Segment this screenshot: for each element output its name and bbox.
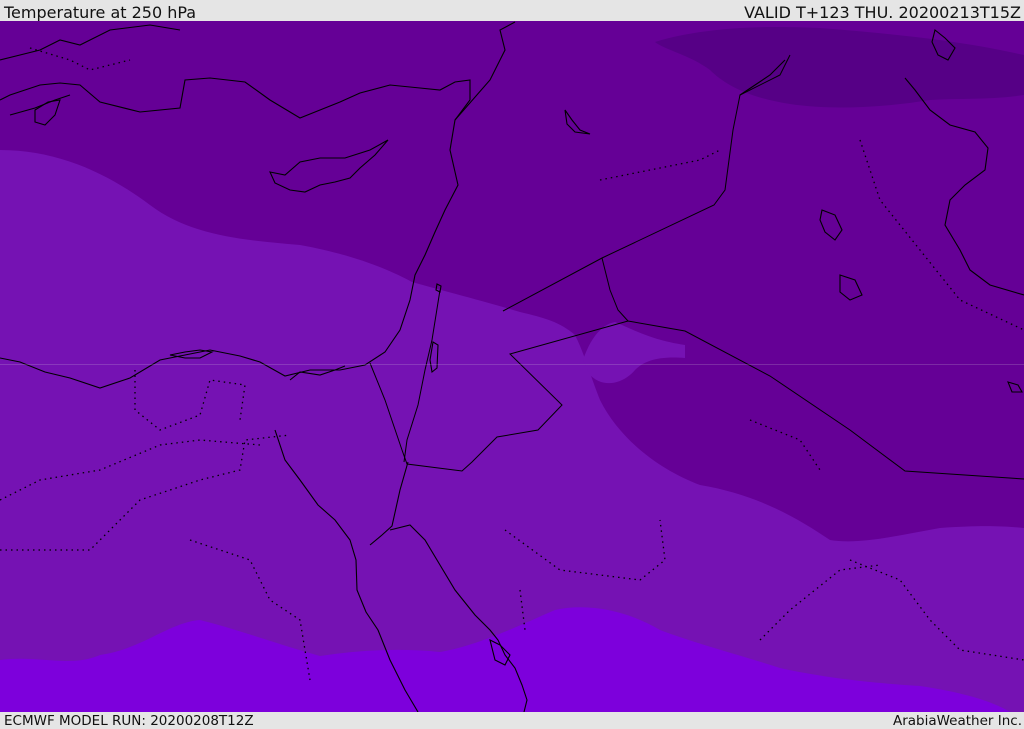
- header-bar: Temperature at 250 hPa VALID T+123 THU. …: [0, 0, 1024, 22]
- model-run-label: ECMWF MODEL RUN: 20200208T12Z: [4, 713, 254, 729]
- temperature-map: [0, 21, 1024, 712]
- valid-time: VALID T+123 THU. 20200213T15Z: [744, 3, 1021, 22]
- footer-bar: ECMWF MODEL RUN: 20200208T12Z ArabiaWeat…: [0, 712, 1024, 729]
- credit-label: ArabiaWeather Inc.: [892, 713, 1022, 729]
- map-title: Temperature at 250 hPa: [4, 3, 197, 22]
